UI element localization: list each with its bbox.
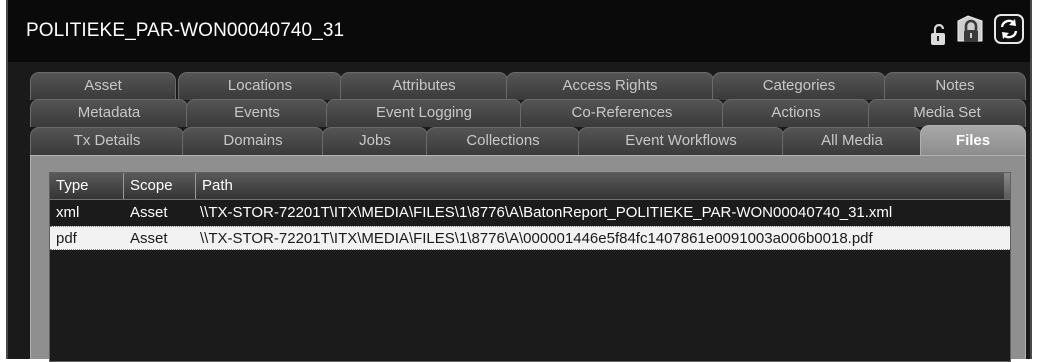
window-title: POLITIEKE_PAR-WON00040740_31 xyxy=(26,20,345,41)
column-header-type[interactable]: Type xyxy=(50,173,124,199)
tab-attributes[interactable]: Attributes xyxy=(340,72,508,100)
files-panel: Type Scope Path xml Asset \\TX-STOR-7220… xyxy=(30,155,1026,362)
tab-notes[interactable]: Notes xyxy=(884,72,1026,100)
tab-event-workflows[interactable]: Event Workflows xyxy=(578,127,784,155)
table-row[interactable]: xml Asset \\TX-STOR-72201T\ITX\MEDIA\FIL… xyxy=(50,201,1010,225)
tab-categories[interactable]: Categories xyxy=(712,72,886,100)
tab-bar: Asset Locations Attributes Access Rights… xyxy=(8,62,1030,158)
tab-domains[interactable]: Domains xyxy=(182,127,324,155)
cell-scope: Asset xyxy=(130,230,168,247)
cell-type: xml xyxy=(56,204,80,221)
tab-jobs[interactable]: Jobs xyxy=(322,127,428,155)
tab-access-rights[interactable]: Access Rights xyxy=(506,72,714,100)
tab-actions[interactable]: Actions xyxy=(722,99,870,127)
tab-events[interactable]: Events xyxy=(186,99,328,127)
asset-window: POLITIEKE_PAR-WON00040740_31 Asset Locat… xyxy=(6,0,1032,362)
tab-files[interactable]: Files xyxy=(920,125,1026,156)
table-header: Type Scope Path xyxy=(50,173,1010,200)
cell-path: \\TX-STOR-72201T\ITX\MEDIA\FILES\1\8776\… xyxy=(200,204,893,221)
tab-event-logging[interactable]: Event Logging xyxy=(326,99,522,127)
cell-path: \\TX-STOR-72201T\ITX\MEDIA\FILES\1\8776\… xyxy=(200,230,873,247)
table-row-selected[interactable]: pdf Asset \\TX-STOR-72201T\ITX\MEDIA\FIL… xyxy=(50,226,1010,250)
lock-icon[interactable] xyxy=(954,13,986,47)
refresh-icon[interactable] xyxy=(994,14,1024,44)
tab-metadata[interactable]: Metadata xyxy=(30,99,188,127)
tab-collections[interactable]: Collections xyxy=(426,127,580,155)
cell-scope: Asset xyxy=(130,204,168,221)
lock-small-icon[interactable] xyxy=(930,24,948,46)
tab-all-media[interactable]: All Media xyxy=(782,127,922,155)
cell-type: pdf xyxy=(56,230,77,247)
files-table: Type Scope Path xml Asset \\TX-STOR-7220… xyxy=(49,172,1011,362)
tab-tx-details[interactable]: Tx Details xyxy=(30,127,184,155)
header-scroll-stub xyxy=(1004,173,1010,199)
tab-co-references[interactable]: Co-References xyxy=(520,99,724,127)
tab-media-set[interactable]: Media Set xyxy=(868,99,1026,127)
column-header-scope[interactable]: Scope xyxy=(124,173,196,199)
column-header-path[interactable]: Path xyxy=(196,173,1006,199)
tab-asset[interactable]: Asset xyxy=(30,72,176,100)
tab-locations[interactable]: Locations xyxy=(178,72,342,100)
title-bar: POLITIEKE_PAR-WON00040740_31 xyxy=(8,0,1030,63)
